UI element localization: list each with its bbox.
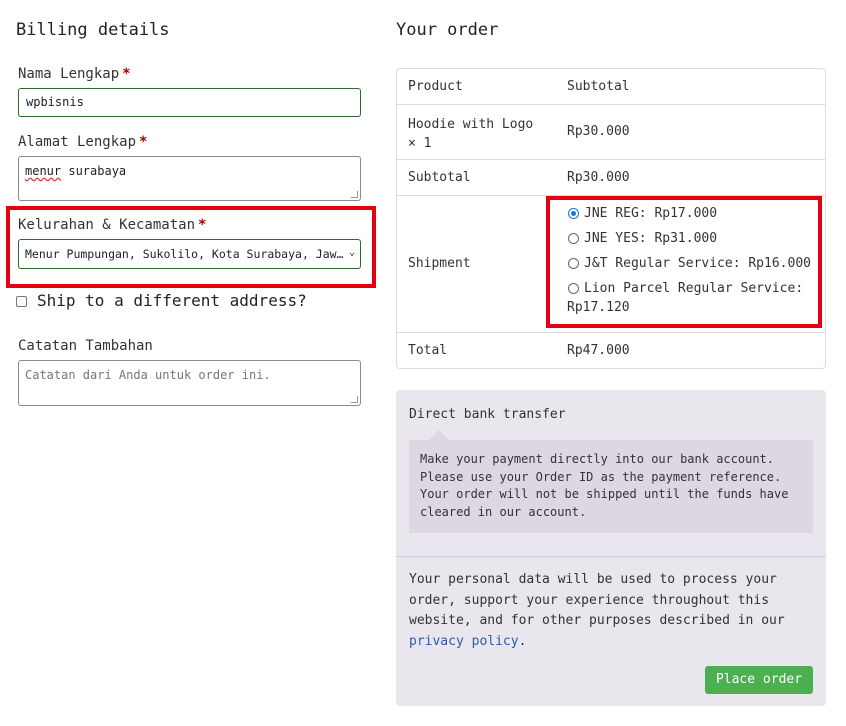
payment-divider bbox=[396, 556, 826, 557]
shipment-label: Shipment bbox=[408, 256, 471, 271]
col-subtotal-header: Subtotal bbox=[567, 79, 630, 94]
payment-description: Make your payment directly into our bank… bbox=[420, 451, 788, 521]
col-product-header: Product bbox=[408, 79, 463, 94]
ship-different-label[interactable]: Ship to a different address? bbox=[37, 291, 307, 310]
billing-heading: Billing details bbox=[16, 20, 170, 40]
name-label: Nama Lengkap * bbox=[18, 66, 131, 82]
required-mark: * bbox=[139, 134, 148, 150]
payment-description-line: Make your payment directly into our bank… bbox=[420, 452, 775, 466]
row-divider bbox=[397, 159, 825, 160]
item-price: Rp30.000 bbox=[567, 124, 630, 139]
payment-description-line: Please use your Order ID as the payment … bbox=[420, 469, 782, 484]
payment-description-line: Your order will not be shipped until the… bbox=[420, 487, 789, 501]
place-order-button[interactable]: Place order bbox=[705, 666, 813, 694]
address-label-text: Alamat Lengkap bbox=[18, 134, 137, 150]
order-heading: Your order bbox=[396, 20, 499, 40]
row-divider bbox=[397, 332, 825, 333]
name-label-text: Nama Lengkap bbox=[18, 66, 120, 82]
privacy-text-line: order, support your experience throughou… bbox=[409, 592, 770, 608]
total-value: Rp47.000 bbox=[567, 343, 630, 358]
subtotal-label: Subtotal bbox=[408, 170, 471, 185]
row-divider bbox=[397, 104, 825, 105]
district-label: Kelurahan & Kecamatan * bbox=[18, 217, 206, 233]
notes-placeholder: Catatan dari Anda untuk order ini. bbox=[25, 368, 271, 382]
privacy-text-line: Your personal data will be used to proce… bbox=[409, 572, 777, 587]
payment-description-line: cleared in our account. bbox=[420, 504, 587, 519]
address-field[interactable]: menur surabaya bbox=[18, 156, 361, 201]
name-field[interactable]: wpbisnis bbox=[18, 88, 361, 117]
highlight-box-shipment bbox=[546, 196, 822, 328]
ship-different-checkbox[interactable] bbox=[16, 296, 27, 307]
resize-handle-icon[interactable] bbox=[351, 191, 358, 198]
payment-box-arrow bbox=[429, 430, 449, 440]
resize-handle-icon[interactable] bbox=[351, 396, 358, 403]
privacy-policy-link[interactable]: privacy policy bbox=[409, 634, 519, 649]
chevron-down-icon: ⌄ bbox=[348, 247, 355, 258]
payment-method-label[interactable]: Direct bank transfer bbox=[409, 407, 566, 422]
name-value: wpbisnis bbox=[26, 95, 84, 109]
subtotal-value: Rp30.000 bbox=[567, 170, 630, 185]
district-label-text: Kelurahan & Kecamatan bbox=[18, 217, 196, 233]
item-name: Hoodie with Logo × 1 bbox=[408, 115, 533, 153]
district-select[interactable]: Menur Pumpungan, Sukolilo, Kota Surabaya… bbox=[18, 239, 361, 269]
privacy-text-end: . bbox=[518, 633, 527, 649]
address-value: surabaya bbox=[61, 164, 127, 178]
item-qty: × 1 bbox=[408, 136, 432, 151]
required-mark: * bbox=[198, 217, 207, 233]
privacy-text: Your personal data will be used to proce… bbox=[409, 570, 785, 652]
item-name-text: Hoodie with Logo bbox=[408, 117, 534, 132]
privacy-text-line: website, and for other purposes describe… bbox=[409, 613, 785, 628]
notes-label: Catatan Tambahan bbox=[18, 338, 153, 354]
payment-section: Direct bank transfer Make your payment d… bbox=[396, 390, 826, 706]
address-value-misspelled: menur bbox=[25, 164, 62, 178]
total-label: Total bbox=[408, 343, 448, 358]
payment-description-box: Make your payment directly into our bank… bbox=[409, 440, 813, 533]
required-mark: * bbox=[122, 66, 131, 82]
district-value: Menur Pumpungan, Sukolilo, Kota Surabaya… bbox=[25, 247, 344, 261]
address-label: Alamat Lengkap * bbox=[18, 134, 147, 150]
notes-field[interactable]: Catatan dari Anda untuk order ini. bbox=[18, 360, 361, 406]
